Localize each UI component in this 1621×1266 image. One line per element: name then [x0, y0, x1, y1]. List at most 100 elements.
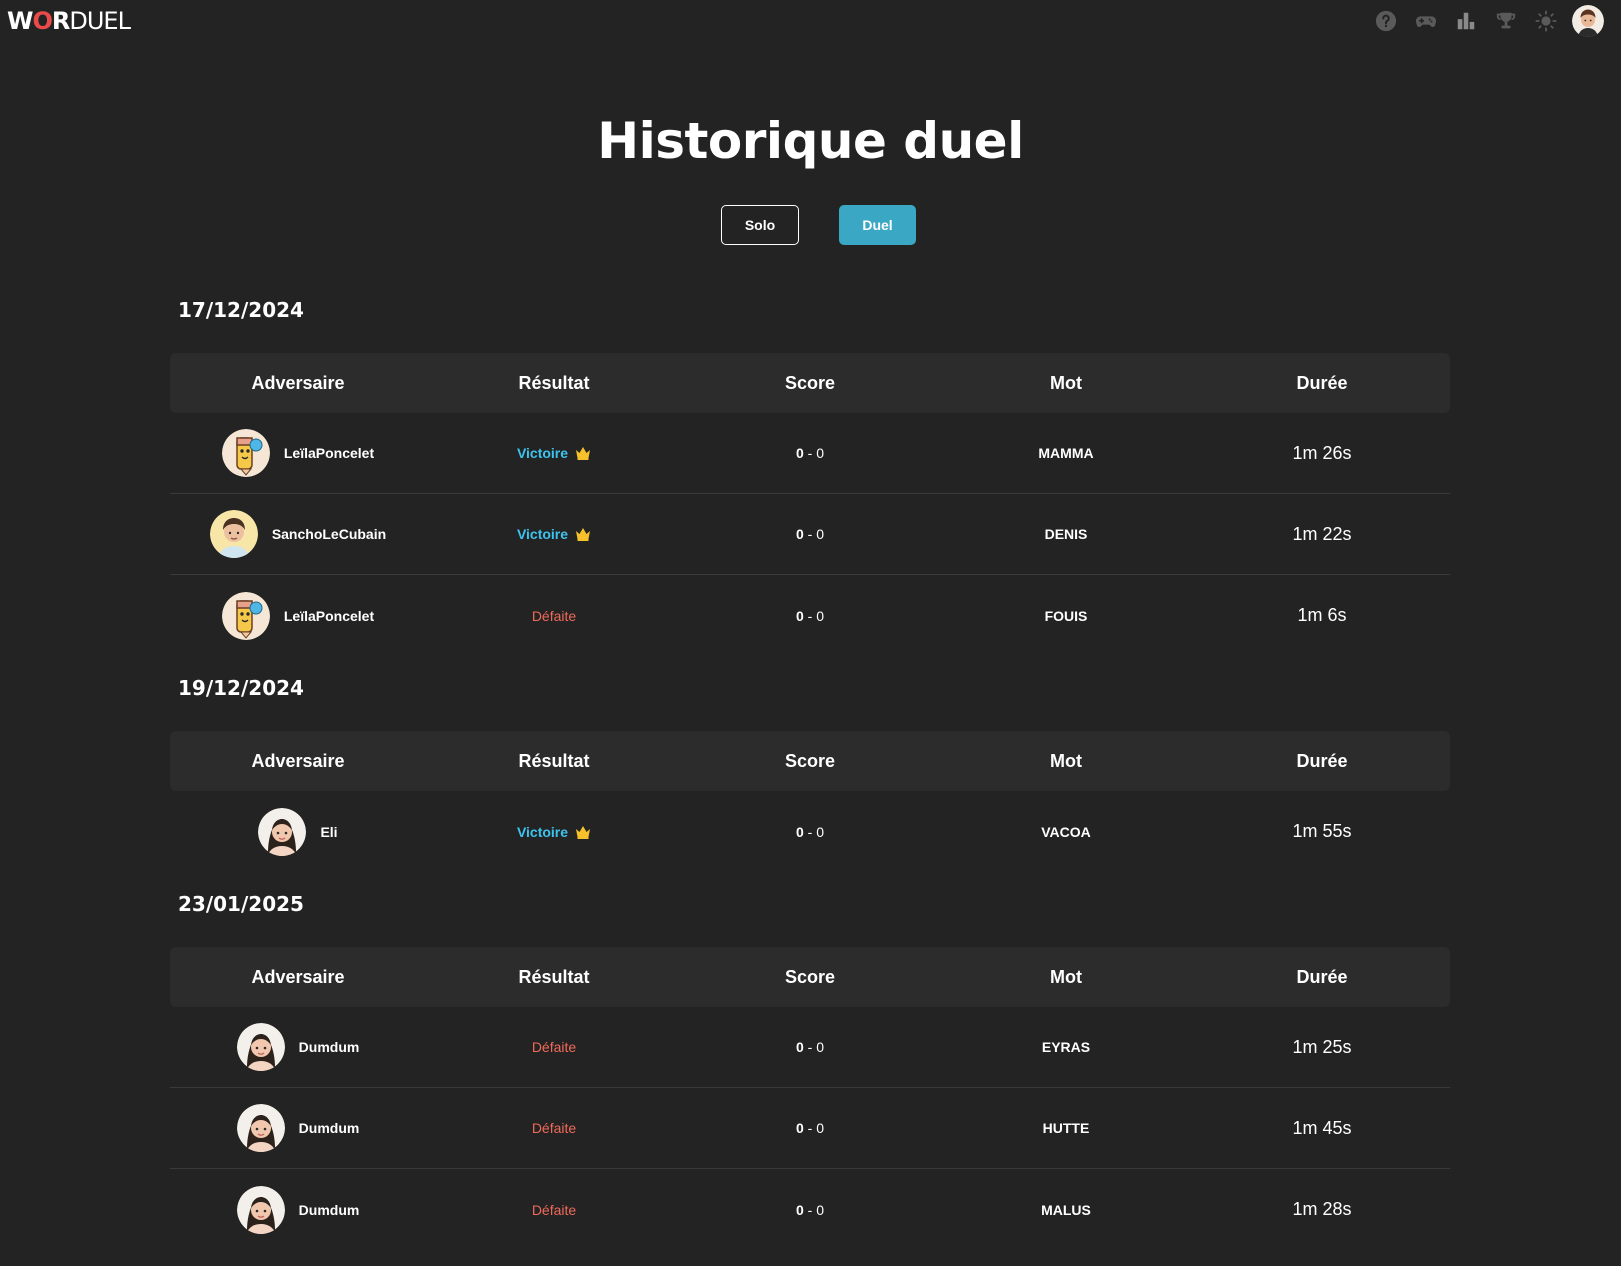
column-header-adversaire: Adversaire	[251, 966, 345, 987]
opponent-avatar	[221, 591, 270, 640]
opponent-avatar	[221, 429, 270, 477]
opponent-avatar	[236, 1185, 285, 1234]
word-cell: HUTTE	[1042, 1120, 1090, 1136]
solo-button[interactable]: Solo	[721, 205, 799, 245]
opponent-name[interactable]: Eli	[320, 824, 337, 840]
table-row[interactable]: LeïlaPoncelet Défaite 0 - 0 FOUIS 1m 6s	[170, 575, 1450, 656]
duration-cell: 1m 25s	[1292, 1036, 1352, 1057]
opponent-name[interactable]: SanchoLeCubain	[272, 526, 386, 542]
word-cell: DENIS	[1044, 526, 1088, 542]
table-row[interactable]: SanchoLeCubain Victoire 0 - 0 DENIS 1m 2…	[170, 494, 1450, 575]
score-cell: 0 - 0	[682, 526, 938, 542]
brightness-icon[interactable]	[1534, 9, 1558, 33]
opponent-name[interactable]: Dumdum	[299, 1202, 360, 1218]
logo-letter-w: W	[7, 7, 34, 35]
result-label: Défaite	[531, 607, 577, 624]
score-cell: 0 - 0	[682, 445, 938, 461]
result-cell: Victoire	[426, 445, 682, 461]
column-header-duree: Durée	[1296, 372, 1348, 393]
score-player: 0	[795, 445, 804, 461]
user-avatar[interactable]	[1572, 5, 1604, 37]
column-header-duree: Durée	[1296, 750, 1348, 771]
column-header-duree: Durée	[1296, 966, 1348, 987]
score-separator: -	[803, 1201, 817, 1218]
table-header: Adversaire Résultat Score Mot Durée	[170, 731, 1450, 791]
word-cell: MAMMA	[1038, 445, 1094, 461]
logo-duel: DUEL	[69, 7, 131, 35]
table-row[interactable]: Dumdum Défaite 0 - 0 EYRAS 1m 25s	[170, 1007, 1450, 1088]
column-header-mot: Mot	[1050, 966, 1082, 987]
table-body: LeïlaPoncelet Victoire 0 - 0 MAMMA 1m 26…	[170, 413, 1450, 656]
section-date: 19/12/2024	[178, 676, 304, 700]
history-table: Adversaire Résultat Score Mot Durée Eli Vict…	[170, 731, 1450, 872]
score-opponent: 0	[816, 823, 825, 840]
trophy-icon[interactable]	[1494, 9, 1518, 33]
table-row[interactable]: Dumdum Défaite 0 - 0 HUTTE 1m 45s	[170, 1088, 1450, 1169]
duration-cell: 1m 26s	[1292, 442, 1352, 463]
score-opponent: 0	[816, 1120, 825, 1136]
table-row[interactable]: LeïlaPoncelet Victoire 0 - 0 MAMMA 1m 26…	[170, 413, 1450, 494]
opponent-name[interactable]: Dumdum	[299, 1039, 360, 1055]
score-separator: -	[803, 445, 817, 461]
result-label: Défaite	[531, 1120, 577, 1136]
opponent-name[interactable]: Dumdum	[299, 1120, 360, 1136]
column-header-score: Score	[784, 750, 836, 771]
table-row[interactable]: Dumdum Défaite 0 - 0 MALUS 1m 28s	[170, 1169, 1450, 1250]
duration-cell: 1m 6s	[1297, 605, 1347, 625]
word-cell: MALUS	[1041, 1201, 1091, 1218]
score-player: 0	[795, 1039, 804, 1055]
column-header-mot: Mot	[1050, 750, 1082, 771]
column-header-score: Score	[784, 372, 836, 393]
score-opponent: 0	[816, 1039, 825, 1055]
result-cell: Défaite	[426, 1039, 682, 1055]
table-row[interactable]: Eli Victoire 0 - 0 VACOA 1m 55s	[170, 791, 1450, 872]
crown-icon	[576, 528, 591, 541]
stats-icon[interactable]	[1454, 9, 1478, 33]
opponent-name[interactable]: LeïlaPoncelet	[284, 445, 374, 461]
opponent-name[interactable]: LeïlaPoncelet	[284, 608, 374, 624]
duration-cell: 1m 45s	[1292, 1117, 1352, 1138]
result-label: Défaite	[531, 1201, 577, 1218]
table-header: Adversaire Résultat Score Mot Durée	[170, 947, 1450, 1007]
result-cell: Défaite	[426, 1120, 682, 1136]
column-header-adversaire: Adversaire	[251, 750, 345, 771]
table-body: Dumdum Défaite 0 - 0 EYRAS 1m 25s Dumdum…	[170, 1007, 1450, 1250]
section-date: 17/12/2024	[178, 298, 304, 322]
score-player: 0	[795, 526, 804, 542]
opponent-avatar	[258, 807, 307, 856]
logo-letter-o: O	[32, 7, 52, 35]
worduel-logo[interactable]: WORDUEL	[7, 7, 131, 35]
opponent-cell: LeïlaPoncelet	[170, 429, 426, 477]
column-header-score: Score	[784, 966, 836, 987]
result-cell: Victoire	[426, 824, 682, 840]
score-cell: 0 - 0	[682, 1120, 938, 1136]
section-date: 23/01/2025	[178, 892, 304, 916]
opponent-cell: Eli	[170, 807, 426, 856]
crown-icon	[576, 447, 591, 460]
gamepad-icon[interactable]	[1414, 9, 1438, 33]
score-separator: -	[803, 1120, 817, 1136]
score-player: 0	[795, 607, 804, 624]
column-header-resultat: Résultat	[518, 966, 590, 987]
score-cell: 0 - 0	[682, 1039, 938, 1055]
result-cell: Défaite	[426, 608, 682, 624]
top-bar: WORDUEL	[0, 0, 1621, 42]
help-icon[interactable]	[1374, 9, 1398, 33]
mode-toggle: Solo Duel	[0, 205, 1621, 245]
opponent-avatar	[209, 510, 258, 558]
duel-button[interactable]: Duel	[839, 205, 916, 245]
score-opponent: 0	[816, 445, 825, 461]
score-opponent: 0	[816, 526, 825, 542]
result-label: Victoire	[516, 526, 569, 542]
column-header-mot: Mot	[1050, 372, 1082, 393]
score-cell: 0 - 0	[682, 608, 938, 624]
opponent-avatar	[236, 1104, 285, 1152]
opponent-avatar	[236, 1023, 285, 1071]
table-body: Eli Victoire 0 - 0 VACOA 1m 55s	[170, 791, 1450, 872]
score-separator: -	[803, 823, 817, 840]
opponent-cell: Dumdum	[170, 1104, 426, 1152]
score-opponent: 0	[816, 607, 825, 624]
opponent-cell: SanchoLeCubain	[170, 510, 426, 558]
result-label: Défaite	[531, 1039, 577, 1055]
score-player: 0	[795, 1201, 804, 1218]
